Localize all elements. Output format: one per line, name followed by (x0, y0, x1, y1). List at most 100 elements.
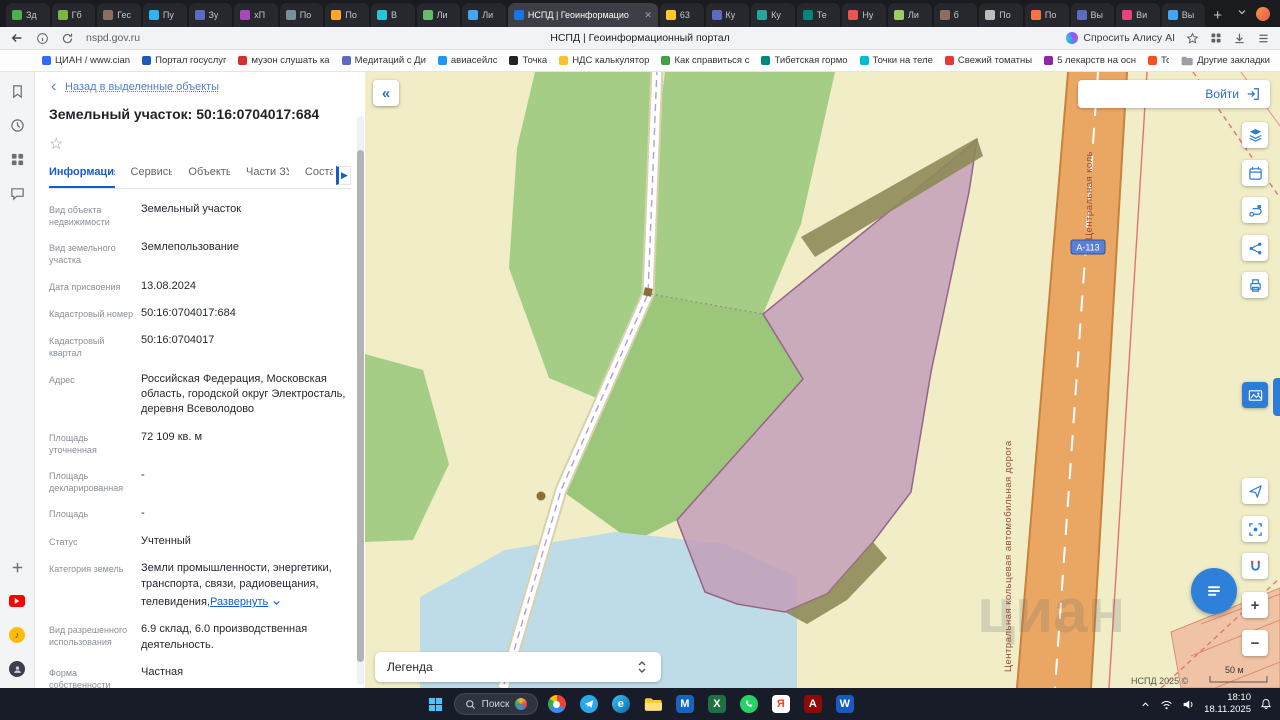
collapse-panel-button[interactable]: « (373, 80, 399, 106)
panorama-edge-tab[interactable] (1273, 378, 1280, 416)
bookmark-item[interactable]: Медитаций с Ди (342, 55, 426, 66)
tab-close-icon[interactable]: ✕ (644, 10, 652, 21)
mail-icon[interactable]: M (671, 691, 698, 718)
bookmark-item[interactable]: Точечный (1148, 55, 1169, 66)
back-link[interactable]: Назад в выделенные объекты (49, 81, 351, 93)
bookmark-item[interactable]: Портал госуслуг (142, 55, 226, 66)
browser-tab[interactable]: Зд (6, 3, 50, 27)
reload-icon[interactable] (61, 32, 74, 45)
browser-profile-avatar[interactable] (1256, 7, 1270, 21)
share-button[interactable] (1242, 235, 1268, 261)
history-icon[interactable] (8, 116, 26, 134)
zoom-in-button[interactable]: + (1242, 592, 1268, 618)
bookmark-item[interactable]: музон слушать ка (238, 55, 329, 66)
favorite-star-icon[interactable]: ☆ (49, 136, 63, 153)
browser-tab[interactable]: По (325, 3, 369, 27)
browser-tab[interactable]: Ви (1116, 3, 1160, 27)
expand-link[interactable]: Развернуть (210, 595, 281, 610)
browser-tab[interactable]: хП (234, 3, 278, 27)
network-icon[interactable] (1160, 698, 1173, 711)
tiles-icon[interactable] (8, 150, 26, 168)
browser-tab[interactable]: Ну (842, 3, 886, 27)
layers-button[interactable] (1242, 122, 1268, 148)
excel-icon[interactable]: X (703, 691, 730, 718)
browser-tab[interactable]: По (1025, 3, 1069, 27)
snap-button[interactable] (1242, 553, 1268, 579)
downloads-icon[interactable] (1233, 32, 1246, 45)
map-area[interactable]: циан Центральная кольцевая автомобильная… (365, 72, 1280, 688)
locate-button[interactable] (1242, 478, 1268, 504)
panel-tab[interactable]: Объекты (188, 166, 230, 188)
legend-dropdown[interactable]: Легенда (375, 652, 661, 682)
explorer-icon[interactable] (639, 691, 666, 718)
plus-icon[interactable] (8, 558, 26, 576)
start-button[interactable] (422, 691, 449, 718)
yandex-icon[interactable]: Я (767, 691, 794, 718)
browser-tab[interactable]: б (934, 3, 978, 27)
panel-tab[interactable]: Сервисы (131, 166, 173, 188)
url-text[interactable]: nspd.gov.ru (86, 32, 140, 44)
browser-tab[interactable]: Ли (888, 3, 932, 27)
browser-tab[interactable]: Вы (1071, 3, 1115, 27)
bookmark-star-icon[interactable] (1186, 32, 1199, 45)
print-button[interactable] (1242, 272, 1268, 298)
browser-tab-active[interactable]: НСПД | Геоинформацио✕ (508, 3, 658, 27)
zoom-out-button[interactable]: − (1242, 630, 1268, 656)
login-button[interactable]: Войти (1078, 80, 1270, 108)
word-icon[interactable]: W (831, 691, 858, 718)
bookmark-item[interactable]: Как справиться с (661, 55, 749, 66)
calendar-button[interactable] (1242, 160, 1268, 186)
menu-icon[interactable] (1257, 32, 1270, 45)
volume-icon[interactable] (1182, 698, 1195, 711)
browser-tab[interactable]: Вы (1162, 3, 1205, 27)
tab-search-chevron-icon[interactable] (1236, 5, 1248, 23)
bookmark-icon[interactable] (8, 82, 26, 100)
site-info-icon[interactable] (36, 32, 49, 45)
panel-tab[interactable]: Информация (49, 166, 115, 188)
bookmark-item[interactable]: авиасейлс (438, 55, 498, 66)
extensions-icon[interactable] (1210, 32, 1222, 44)
browser-tab[interactable]: Пу (143, 3, 187, 27)
bookmark-item[interactable]: 5 лекарств на осн (1044, 55, 1136, 66)
bookmark-item[interactable]: Свежий томатны (945, 55, 1032, 66)
screenshot-button[interactable] (1242, 516, 1268, 542)
panel-scrollbar-thumb[interactable] (357, 150, 364, 662)
feedback-chat-button[interactable] (1191, 568, 1237, 614)
profile-icon[interactable] (8, 660, 26, 678)
route-button[interactable] (1242, 197, 1268, 223)
bookmark-item[interactable]: НДС калькулятор (559, 55, 649, 66)
ask-alice-button[interactable]: Спросить Алису AI (1066, 32, 1175, 44)
back-icon[interactable] (10, 31, 24, 45)
tabs-scroll-right-button[interactable]: ▶ (336, 166, 351, 185)
acrobat-icon[interactable]: A (799, 691, 826, 718)
browser-tab[interactable]: 63 (660, 3, 704, 27)
taskbar-search[interactable]: Поиск (454, 693, 539, 715)
chat-icon[interactable] (8, 184, 26, 202)
browser-tab[interactable]: По (280, 3, 324, 27)
browser-tab[interactable]: В (371, 3, 415, 27)
browser-tab[interactable]: Ли (417, 3, 461, 27)
map-canvas[interactable]: циан Центральная кольцевая автомобильная… (365, 72, 1280, 688)
new-tab-button[interactable]: + (1205, 7, 1230, 27)
browser-tab[interactable]: Ку (751, 3, 795, 27)
tray-chevron-up-icon[interactable] (1140, 699, 1151, 710)
browser-tab[interactable]: Те (797, 3, 841, 27)
telegram-icon[interactable] (575, 691, 602, 718)
whatsapp-icon[interactable] (735, 691, 762, 718)
panel-tab[interactable]: Части ЗУ (246, 166, 289, 188)
browser-tab[interactable]: Гб (52, 3, 96, 27)
panel-tab[interactable]: Соста (305, 166, 333, 188)
browser-tab[interactable]: Ли (462, 3, 506, 27)
bookmark-item[interactable]: Точки на теле (860, 55, 933, 66)
browser-tab[interactable]: Зу (189, 3, 233, 27)
browser-circle-icon[interactable] (543, 691, 570, 718)
panel-scrollbar[interactable] (357, 116, 364, 685)
browser-tab[interactable]: По (979, 3, 1023, 27)
panorama-button[interactable] (1242, 382, 1268, 408)
taskbar-clock[interactable]: 18:10 18.11.2025 (1204, 692, 1251, 716)
bookmark-item[interactable]: Точка (509, 55, 547, 66)
notifications-icon[interactable] (1260, 698, 1272, 710)
bookmark-item[interactable]: ЦИАН / www.cian (42, 55, 130, 66)
youtube-icon[interactable] (8, 592, 26, 610)
music-icon[interactable]: ♪ (8, 626, 26, 644)
